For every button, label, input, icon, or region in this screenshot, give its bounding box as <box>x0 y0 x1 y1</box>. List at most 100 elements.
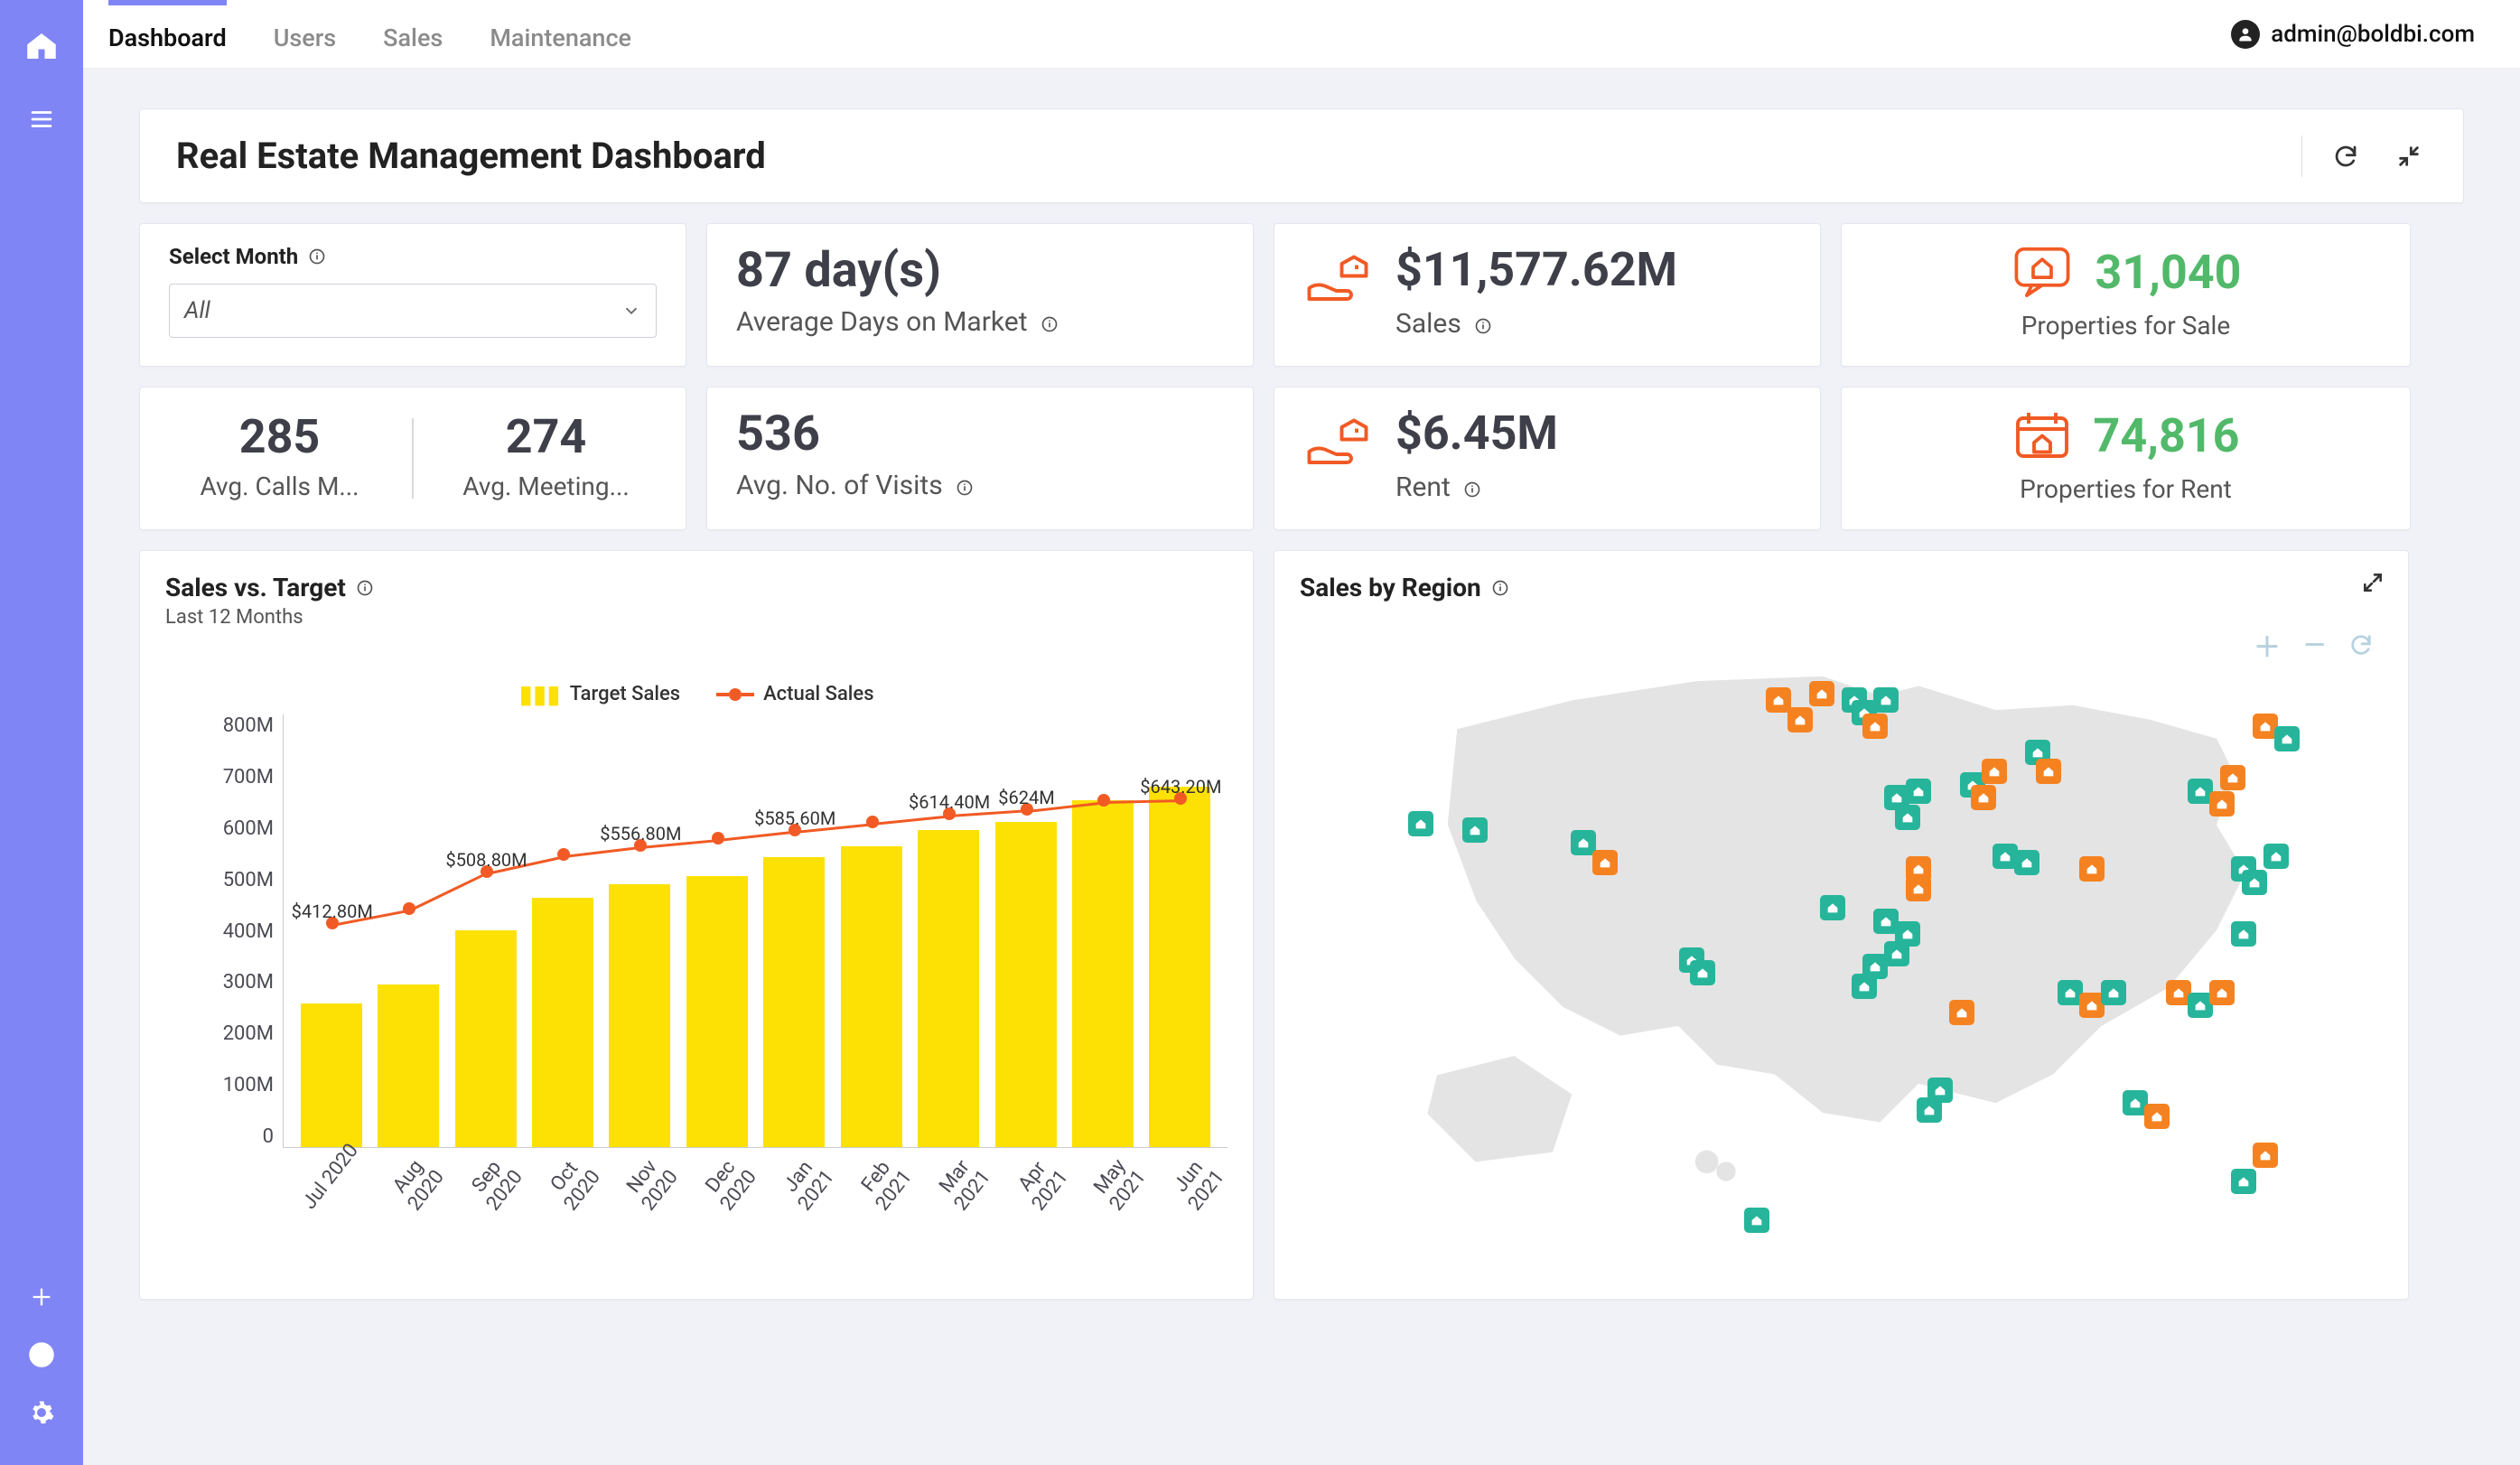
kpi-properties-rent: 74,816 Properties for Rent <box>1841 387 2411 530</box>
divider <box>2301 135 2302 177</box>
tab-maintenance[interactable]: Maintenance <box>490 0 631 68</box>
map-marker[interactable] <box>2220 765 2245 790</box>
tab-dashboard[interactable]: Dashboard <box>108 0 227 68</box>
line-point <box>557 848 570 861</box>
map-marker[interactable] <box>2101 980 2126 1005</box>
map-marker[interactable] <box>1462 817 1488 843</box>
bar <box>841 846 902 1147</box>
page-title: Real Estate Management Dashboard <box>176 135 766 177</box>
y-tick: 200M <box>223 1022 274 1045</box>
x-tick: Jan 2021 <box>766 1139 850 1228</box>
map-marker[interactable] <box>1744 1208 1769 1233</box>
map-marker[interactable] <box>1906 779 1931 804</box>
kpi-label: Rent <box>1395 471 1451 503</box>
map-marker[interactable] <box>1820 895 1845 920</box>
tab-users[interactable]: Users <box>274 0 336 68</box>
y-tick: 300M <box>223 971 274 994</box>
point-label: $585.60M <box>754 807 835 829</box>
kpi-value: 31,040 <box>2095 247 2242 298</box>
kpi-avg-days: 87 day(s) Average Days on Market <box>706 223 1254 367</box>
barchart-plot[interactable]: 800M700M600M500M400M300M200M100M0 $412.8… <box>165 714 1227 1148</box>
refresh-icon[interactable] <box>2328 138 2364 174</box>
map-marker[interactable] <box>2253 1143 2278 1168</box>
map-marker[interactable] <box>1895 805 1920 830</box>
bar-col <box>602 884 678 1147</box>
map-marker[interactable] <box>2144 1104 2170 1129</box>
line-segment <box>408 872 487 912</box>
map-marker[interactable] <box>1787 707 1813 732</box>
map-marker[interactable] <box>2242 870 2267 895</box>
info-icon[interactable] <box>1473 316 1493 336</box>
map-marker[interactable] <box>2231 1169 2256 1194</box>
line-point <box>712 832 724 844</box>
x-tick: Sep 2020 <box>453 1139 537 1228</box>
info-icon[interactable] <box>1462 480 1482 499</box>
kpi-label: Avg. Calls M... <box>156 471 403 501</box>
point-label: $508.80M <box>445 849 527 871</box>
info-icon[interactable] <box>355 578 375 598</box>
map-marker[interactable] <box>2274 726 2300 751</box>
map-marker[interactable] <box>1852 974 1877 999</box>
collapse-icon[interactable] <box>2391 138 2427 174</box>
expand-icon[interactable] <box>2361 571 2385 598</box>
x-tick: Mar 2021 <box>921 1139 1005 1228</box>
point-label: $556.80M <box>600 823 681 844</box>
info-icon[interactable] <box>307 247 327 266</box>
map-marker[interactable] <box>1690 960 1715 985</box>
bar <box>1072 800 1134 1147</box>
settings-icon[interactable] <box>25 1396 58 1429</box>
map-plot[interactable] <box>1300 622 2383 1273</box>
bar <box>532 898 593 1147</box>
bar-col <box>910 830 986 1147</box>
map-marker[interactable] <box>1971 785 1996 810</box>
user-email: admin@boldbi.com <box>2271 21 2475 48</box>
map-marker[interactable] <box>1592 850 1618 875</box>
map-marker[interactable] <box>1917 1097 1942 1123</box>
menu-icon[interactable] <box>23 101 60 137</box>
map-marker[interactable] <box>1862 714 1888 739</box>
kpi-label: Average Days on Market <box>736 306 1028 338</box>
line-point <box>403 902 415 915</box>
bar <box>686 876 748 1147</box>
bar <box>455 930 517 1147</box>
month-select[interactable]: All <box>169 284 657 338</box>
map-marker[interactable] <box>2231 921 2256 947</box>
kpi-properties-sale: 31,040 Properties for Sale <box>1841 223 2411 367</box>
chart-title-text: Sales vs. Target <box>165 573 346 602</box>
bar-col <box>756 857 833 1147</box>
user-menu[interactable]: admin@boldbi.com <box>2231 20 2475 49</box>
line-point <box>1097 794 1110 807</box>
map-marker[interactable] <box>1906 876 1931 901</box>
kpi-label: Sales <box>1395 308 1461 340</box>
map-marker[interactable] <box>2209 791 2235 816</box>
house-bubble-icon <box>2011 244 2074 302</box>
x-tick: Jun 2021 <box>1155 1139 1239 1228</box>
x-tick: Apr 2021 <box>1000 1139 1084 1228</box>
map-marker[interactable] <box>1949 1000 1974 1025</box>
info-icon[interactable] <box>1490 578 1510 598</box>
map-marker[interactable] <box>1884 941 1909 966</box>
map-marker[interactable] <box>2014 850 2039 875</box>
help-icon[interactable] <box>25 1339 58 1371</box>
bar-col <box>678 876 755 1147</box>
hand-house-icon <box>1303 415 1372 472</box>
map-marker[interactable] <box>2079 856 2105 882</box>
map-marker[interactable] <box>1982 759 2007 784</box>
info-icon[interactable] <box>1040 314 1059 334</box>
map-marker[interactable] <box>1809 681 1834 706</box>
x-tick: Dec 2020 <box>687 1139 771 1228</box>
dashboard-header: Real Estate Management Dashboard <box>139 108 2464 203</box>
tab-sales[interactable]: Sales <box>383 0 443 68</box>
add-icon[interactable] <box>25 1281 58 1313</box>
map-marker[interactable] <box>2036 759 2061 784</box>
info-icon[interactable] <box>955 478 975 498</box>
bar <box>763 857 825 1147</box>
x-tick: Nov 2020 <box>610 1139 694 1228</box>
bar <box>1149 787 1210 1147</box>
map-marker[interactable] <box>1766 687 1791 713</box>
map-marker[interactable] <box>1873 687 1899 713</box>
map-marker[interactable] <box>1408 811 1433 836</box>
map-marker[interactable] <box>2263 844 2289 869</box>
x-tick: Feb 2021 <box>844 1139 928 1228</box>
map-marker[interactable] <box>2209 980 2235 1005</box>
